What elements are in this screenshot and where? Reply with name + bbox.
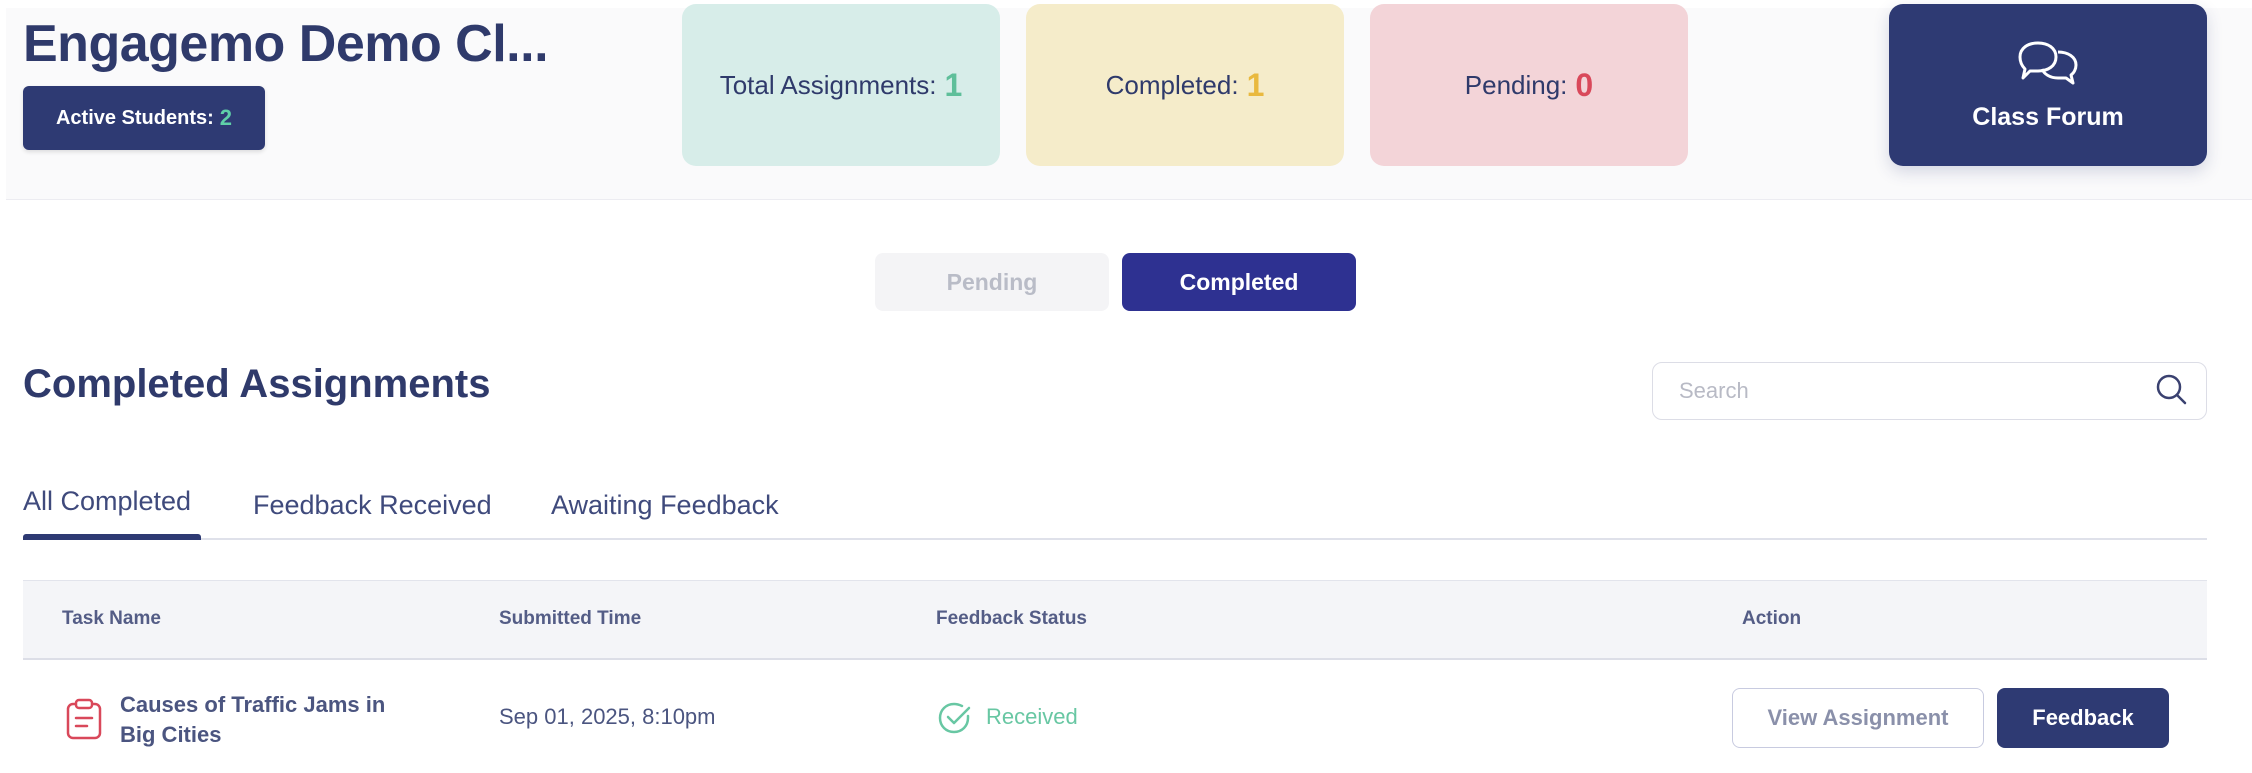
total-assignments-label: Total Assignments: [719,69,937,100]
view-assignment-button[interactable]: View Assignment [1732,688,1984,748]
completed-value: 1 [1246,66,1265,103]
active-students-label: Active Students: [55,106,214,129]
column-header-task-name: Task Name [62,608,161,629]
toggle-pending-button[interactable]: Pending [875,253,1109,311]
active-students-badge: Active Students: 2 [23,86,265,150]
class-forum-button[interactable]: Class Forum [1889,4,2207,166]
feedback-button[interactable]: Feedback [1997,688,2169,748]
search-icon[interactable] [2154,372,2188,411]
submitted-time: Sep 01, 2025, 8:10pm [499,704,716,729]
active-tab-indicator [23,534,201,540]
check-circle-icon [936,700,972,741]
pending-label: Pending: [1464,69,1568,100]
pending-value: 0 [1575,66,1594,103]
tab-feedback-received[interactable]: Feedback Received [253,490,492,521]
column-header-action: Action [1742,608,1802,629]
column-header-submitted-time: Submitted Time [499,608,642,629]
feedback-status: Received [986,704,1078,729]
class-title: Engagemo Demo Cl... [23,15,549,73]
active-students-count: 2 [219,105,233,130]
total-assignments-card: Total Assignments: 1 [682,4,1000,166]
tab-all-completed[interactable]: All Completed [23,486,191,517]
column-header-feedback-status: Feedback Status [936,608,1087,629]
section-title: Completed Assignments [23,362,491,406]
completed-label: Completed: [1105,69,1239,100]
table-header: Task Name Submitted Time Feedback Status… [23,580,2207,660]
tab-awaiting-feedback[interactable]: Awaiting Feedback [551,490,779,521]
clipboard-icon [65,698,103,745]
completed-tabs: All Completed Feedback Received Awaiting… [23,480,2207,540]
search-box [1652,362,2207,420]
toggle-completed-button[interactable]: Completed [1122,253,1356,311]
completed-card: Completed: 1 [1026,4,1344,166]
search-input[interactable] [1679,378,2154,404]
total-assignments-value: 1 [944,66,963,103]
class-forum-label: Class Forum [1972,102,2124,131]
table-row: Causes of Traffic Jams in Big Cities Sep… [23,660,2207,773]
pending-card: Pending: 0 [1370,4,1688,166]
task-name[interactable]: Causes of Traffic Jams in Big Cities [120,690,420,750]
chat-bubbles-icon [2016,39,2080,87]
